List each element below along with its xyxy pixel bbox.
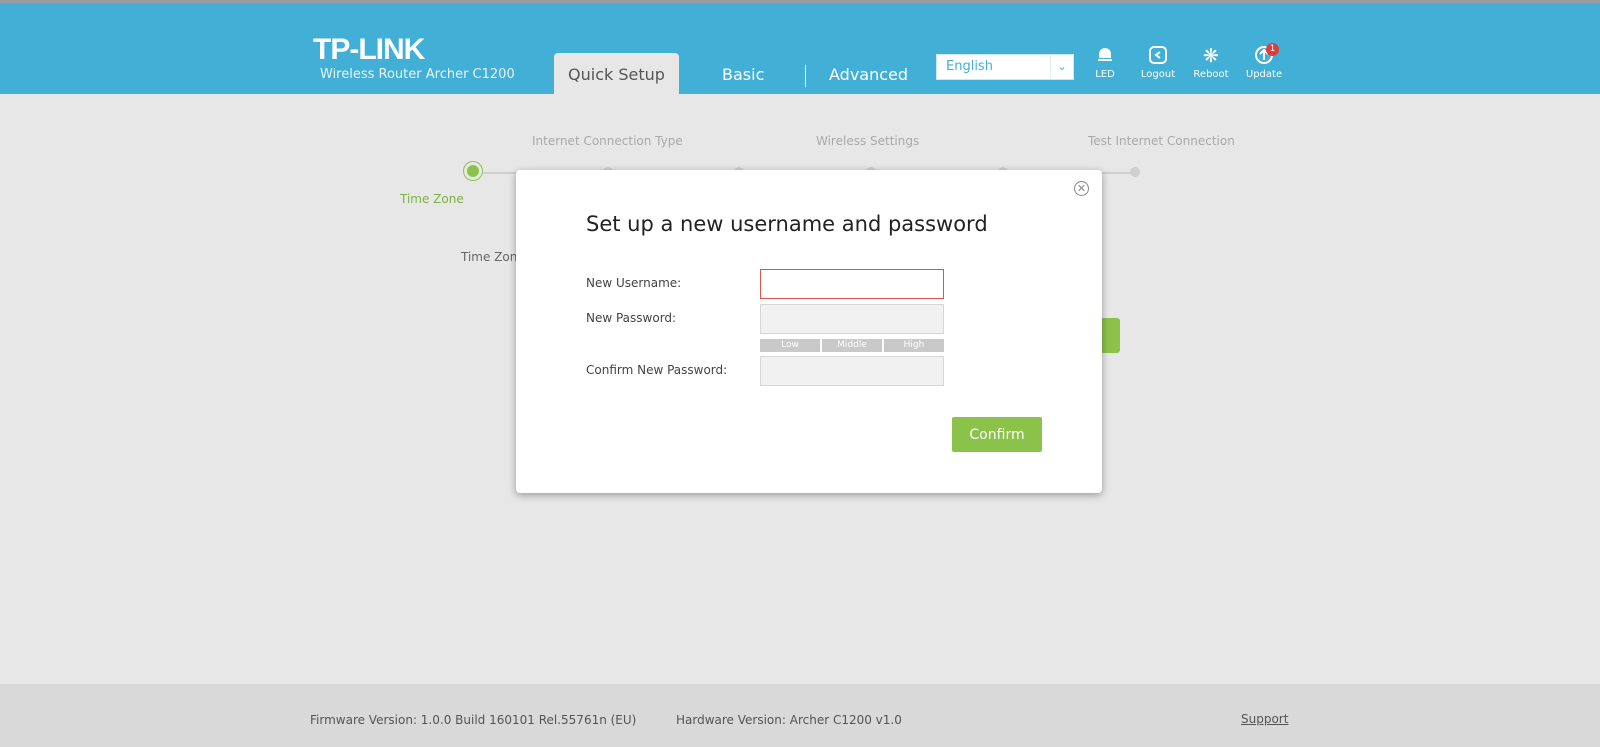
reboot-label: Reboot (1193, 69, 1229, 80)
confirm-password-label: Confirm New Password: (586, 363, 728, 377)
led-label: LED (1095, 69, 1115, 80)
tp-link-logo: TP-LINK (313, 33, 425, 66)
logout-label: Logout (1140, 69, 1176, 80)
hardware-version: Hardware Version: Archer C1200 v1.0 (676, 713, 902, 727)
firmware-version: Firmware Version: 1.0.0 Build 160101 Rel… (310, 713, 637, 727)
tab-separator (805, 65, 806, 87)
password-strength-meter: Low Middle High (760, 339, 944, 352)
logout-button[interactable]: Logout (1133, 45, 1183, 80)
strength-high: High (884, 339, 944, 352)
credentials-dialog: ✕ Set up a new username and password New… (516, 170, 1102, 493)
led-button[interactable]: LED (1080, 45, 1130, 80)
update-button[interactable]: 1 Update (1239, 43, 1289, 80)
close-icon[interactable]: ✕ (1074, 181, 1089, 196)
strength-low: Low (760, 339, 820, 352)
new-username-input[interactable] (760, 269, 944, 299)
logout-icon (1133, 45, 1183, 67)
tab-quick-setup[interactable]: Quick Setup (554, 53, 679, 94)
reboot-icon: ❋ (1203, 45, 1219, 67)
new-username-label: New Username: (586, 276, 682, 290)
update-label: Update (1245, 69, 1283, 80)
dialog-title: Set up a new username and password (586, 212, 988, 236)
led-icon (1080, 45, 1130, 67)
router-model: Wireless Router Archer C1200 (320, 67, 515, 82)
language-selected: English (946, 59, 993, 74)
new-password-label: New Password: (586, 311, 677, 325)
update-badge: 1 (1266, 43, 1279, 56)
new-password-input[interactable] (760, 304, 944, 334)
strength-middle: Middle (822, 339, 882, 352)
tab-advanced[interactable]: Advanced (829, 65, 908, 84)
support-link[interactable]: Support (1241, 712, 1288, 726)
reboot-button[interactable]: ❋ Reboot (1186, 45, 1236, 80)
confirm-password-input[interactable] (760, 356, 944, 386)
header-bar: TP-LINK Wireless Router Archer C1200 Qui… (0, 3, 1600, 94)
confirm-button[interactable]: Confirm (952, 417, 1042, 452)
tab-basic[interactable]: Basic (722, 65, 764, 84)
language-select[interactable]: English ⌄ (936, 54, 1074, 80)
chevron-down-icon: ⌄ (1050, 55, 1073, 79)
update-icon (1239, 45, 1289, 67)
